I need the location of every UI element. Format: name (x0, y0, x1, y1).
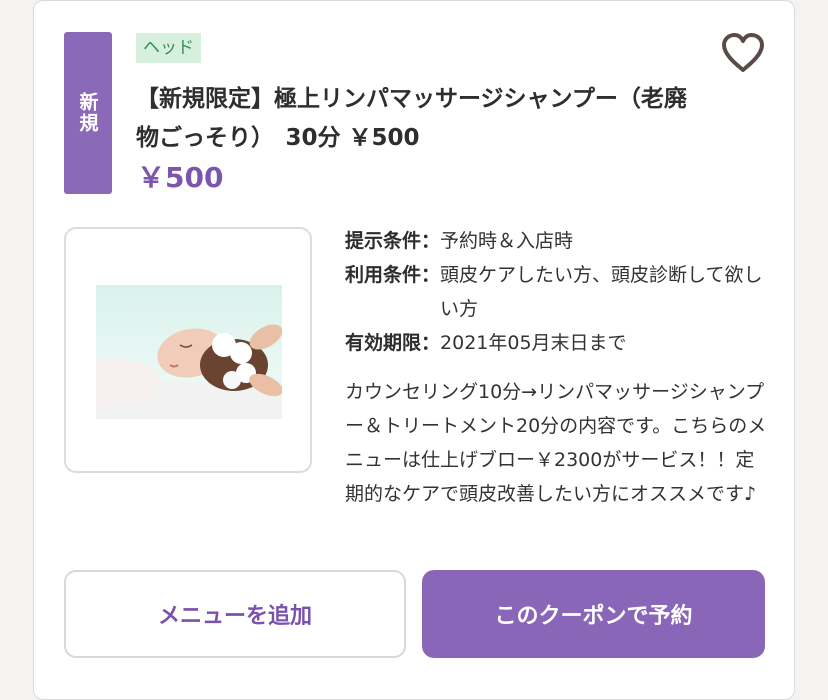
new-badge-label: 新規 (76, 92, 99, 134)
add-menu-button[interactable]: メニューを追加 (64, 570, 406, 658)
favorite-button[interactable] (720, 32, 766, 74)
condition-value: 頭皮ケアしたい方、頭皮診断して欲しい方 (440, 264, 763, 320)
coupon-conditions: 提示条件： 予約時＆入店時 利用条件： 頭皮ケアしたい方、頭皮診断して欲しい方 … (345, 224, 775, 360)
coupon-title: 【新規限定】極上リンパマッサージシャンプー（老廃物ごっそり） 30分 ￥500 (136, 86, 687, 151)
coupon-price: ￥500 (137, 161, 224, 194)
coupon-image-frame (64, 227, 312, 473)
condition-label: 利用条件： (345, 264, 441, 286)
coupon-description: カウンセリング10分→リンパマッサージシャンプー＆トリートメント20分の内容です… (345, 381, 767, 505)
condition-value: 2021年05月末日まで (440, 332, 627, 354)
category-tag: ヘッド (136, 33, 201, 63)
condition-value: 予約時＆入店時 (440, 230, 574, 252)
condition-row-expiry: 有効期限： 2021年05月末日まで (345, 326, 775, 360)
reserve-with-coupon-button[interactable]: このクーポンで予約 (422, 570, 765, 658)
coupon-image (96, 285, 282, 419)
condition-row-presentation: 提示条件： 予約時＆入店時 (345, 224, 775, 258)
condition-label: 提示条件： (345, 230, 441, 252)
heart-outline-icon (722, 33, 764, 72)
new-customer-badge: 新規 (64, 32, 112, 194)
condition-row-usage: 利用条件： 頭皮ケアしたい方、頭皮診断して欲しい方 (345, 258, 775, 326)
condition-label: 有効期限： (345, 332, 441, 354)
